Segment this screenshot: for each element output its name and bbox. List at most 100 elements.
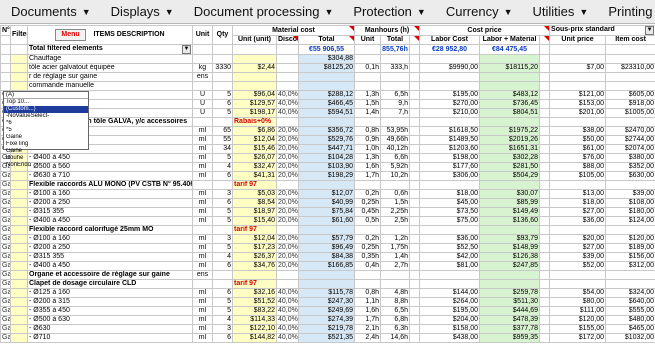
row-discount[interactable]: 20,0% (276, 126, 299, 136)
row-item-cost[interactable]: $380,00 (605, 153, 655, 163)
row-flag2[interactable] (539, 63, 551, 73)
row-flag[interactable] (408, 117, 421, 127)
row-total[interactable]: $104,28 (298, 153, 355, 163)
table-row[interactable]: GaerU6$129,5740,0%$466,451,5h9,h$270,00$… (0, 99, 655, 109)
row-flag[interactable] (408, 189, 421, 199)
row-item-cost[interactable] (605, 117, 655, 127)
row-unit-price[interactable]: $34,76 (232, 261, 277, 271)
row-unit[interactable]: ml (192, 171, 213, 181)
row-total[interactable]: $8125,20 (298, 63, 355, 73)
row-discount[interactable]: 20,0% (276, 198, 299, 208)
row-unit-price-sell[interactable] (549, 54, 607, 64)
row-description[interactable]: - Ø355 à 450 (27, 306, 193, 316)
row-unit[interactable]: ml (192, 243, 213, 253)
row-filter[interactable] (10, 252, 28, 262)
row-total[interactable]: $447,71 (298, 144, 355, 154)
row-unit-price[interactable]: $12,04 (232, 234, 277, 244)
menu-currency[interactable]: Currency ▼ (443, 0, 522, 23)
row-mh-total[interactable] (380, 270, 410, 280)
row-labor-material[interactable]: $259,78 (479, 288, 541, 298)
row-discount[interactable]: 20,0% (276, 162, 299, 172)
row-qty[interactable]: 3330 (212, 63, 233, 73)
row-description[interactable]: - Ø710 (27, 333, 193, 343)
row-unit[interactable]: ml (192, 315, 213, 325)
row-qty[interactable]: 6 (212, 333, 233, 343)
row-qty[interactable] (212, 270, 233, 280)
row-mh-total[interactable]: 40,12h (380, 144, 410, 154)
row-flag[interactable] (408, 225, 421, 235)
row-unit-price-sell[interactable] (549, 180, 607, 190)
row-labor-material[interactable]: $148,99 (479, 243, 541, 253)
row-flag[interactable] (408, 171, 421, 181)
row-total[interactable] (298, 180, 355, 190)
row-code[interactable]: Gaer (0, 306, 11, 316)
row-filter[interactable] (10, 63, 28, 73)
dropdown-option[interactable]: (Custom...) (4, 106, 88, 113)
row-labor-material[interactable]: $1975,22 (479, 126, 541, 136)
row-flag[interactable] (408, 198, 421, 208)
row-discount[interactable]: 20,0% (276, 144, 299, 154)
row-labor-material[interactable]: $247,85 (479, 261, 541, 271)
row-total[interactable]: $304,88 (298, 54, 355, 64)
row-discount[interactable] (276, 54, 299, 64)
row-flag2[interactable] (539, 315, 551, 325)
table-row[interactable]: Gaer- Ø500 à 560ml4$32,4720,0%$103,901,6… (0, 162, 655, 172)
row-total[interactable]: $288,12 (298, 90, 355, 100)
menu-utilities[interactable]: Utilities ▼ (530, 0, 598, 23)
table-row[interactable]: GaerU5$198,1740,0%$594,511,4h7,h$210,00$… (0, 108, 655, 118)
row-labor-cost[interactable]: $158,00 (419, 324, 481, 334)
row-labor-cost[interactable]: $270,00 (419, 99, 481, 109)
row-description[interactable]: Flexible raccords ALU MONO (PV CSTB N° 9… (27, 180, 193, 190)
row-flag2[interactable] (539, 117, 551, 127)
row-labor-material[interactable]: $478,39 (479, 315, 541, 325)
row-discount[interactable]: 40,0% (276, 306, 299, 316)
row-discount[interactable]: 20,0% (276, 243, 299, 253)
row-unit-price[interactable]: $15,46 (232, 144, 277, 154)
row-unit-price-sell[interactable]: $27,00 (549, 207, 607, 217)
row-mh-unit[interactable]: 1,7h (354, 315, 381, 325)
row-mh-total[interactable] (380, 180, 410, 190)
row-mh-total[interactable] (380, 225, 410, 235)
row-unit[interactable]: ml (192, 162, 213, 172)
row-mh-unit[interactable]: 1,1h (354, 297, 381, 307)
row-discount[interactable]: 40,0% (276, 99, 299, 109)
row-mh-unit[interactable]: 0,25h (354, 198, 381, 208)
row-unit-price[interactable]: $32,47 (232, 162, 277, 172)
row-unit-price[interactable] (232, 81, 277, 91)
row-unit-price[interactable]: $18,97 (232, 207, 277, 217)
row-code[interactable]: Gaer (0, 261, 11, 271)
row-flag[interactable] (408, 243, 421, 253)
row-unit[interactable] (192, 81, 213, 91)
row-discount[interactable]: 40,0% (276, 333, 299, 343)
row-flag2[interactable] (539, 198, 551, 208)
row-discount[interactable]: 20,0% (276, 261, 299, 271)
row-item-cost[interactable]: $465,00 (605, 324, 655, 334)
row-discount[interactable]: 20,0% (276, 171, 299, 181)
row-mh-total[interactable]: 2,25h (380, 207, 410, 217)
row-total[interactable]: $249,69 (298, 306, 355, 316)
row-item-cost[interactable] (605, 270, 655, 280)
row-qty[interactable] (212, 117, 233, 127)
table-row[interactable]: Gaer - Ø100 à 160ml3$5,0320,0%$12,070,2h0… (0, 189, 655, 199)
row-labor-cost[interactable] (419, 117, 481, 127)
row-labor-material[interactable]: $444,69 (479, 306, 541, 316)
row-labor-cost[interactable]: $18,00 (419, 189, 481, 199)
row-unit-price-sell[interactable]: $120,00 (549, 315, 607, 325)
row-total[interactable]: $84,38 (298, 252, 355, 262)
table-row[interactable]: Gaer- Ø100 à 160ml65$6,8620,0%$356,720,8… (0, 126, 655, 136)
row-unit-price-sell[interactable]: $121,00 (549, 90, 607, 100)
row-qty[interactable]: 4 (212, 315, 233, 325)
row-labor-cost[interactable]: $438,00 (419, 333, 481, 343)
row-unit-price[interactable]: $8,54 (232, 198, 277, 208)
row-unit-price-sell[interactable] (549, 279, 607, 289)
row-item-cost[interactable]: $324,00 (605, 288, 655, 298)
row-filter[interactable] (10, 198, 28, 208)
row-unit[interactable]: U (192, 90, 213, 100)
row-item-cost[interactable]: $120,00 (605, 234, 655, 244)
filter-cell[interactable] (0, 44, 11, 55)
row-item-cost[interactable]: $605,00 (605, 90, 655, 100)
row-flag[interactable] (408, 306, 421, 316)
row-flag[interactable] (408, 207, 421, 217)
table-row[interactable]: GaerU5$96,0440,0%$288,121,3h6,5h$195,00$… (0, 90, 655, 100)
row-qty[interactable]: 5 (212, 207, 233, 217)
